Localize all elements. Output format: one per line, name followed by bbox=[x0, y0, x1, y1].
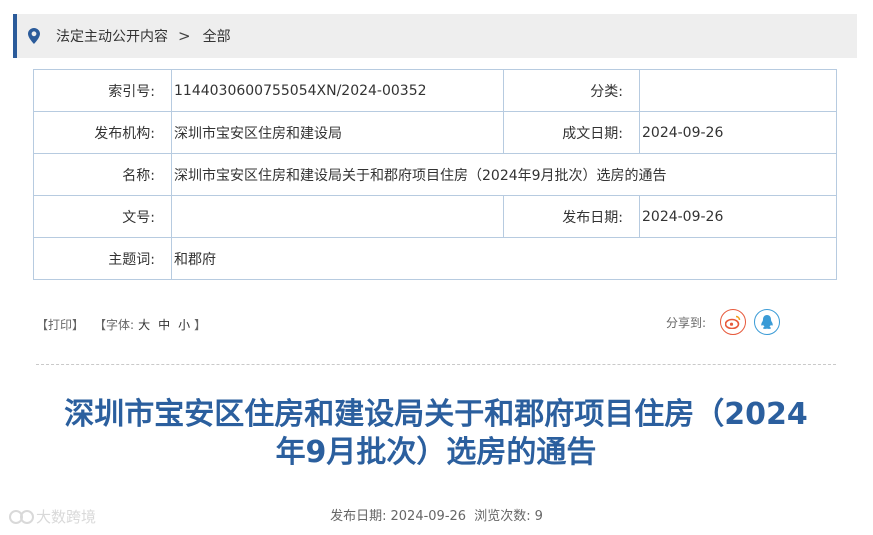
share-bar: 分享到: bbox=[666, 309, 788, 335]
category-value bbox=[639, 69, 837, 112]
index-value: 1144030600755054XN/2024-00352 bbox=[171, 69, 504, 112]
publish-date-value: 2024-09-26 bbox=[390, 509, 467, 524]
map-pin-icon bbox=[28, 28, 42, 44]
chevron-right-icon: > bbox=[178, 27, 191, 45]
font-size-suffix: 】 bbox=[194, 317, 207, 332]
font-size-large-button[interactable]: 大 bbox=[138, 316, 150, 333]
publisher-label: 发布机构: bbox=[33, 111, 172, 154]
table-row: 索引号: 1144030600755054XN/2024-00352 分类: bbox=[33, 69, 837, 112]
divider bbox=[36, 364, 836, 365]
publish-info: 发布日期: 2024-09-26 浏览次数: 9 bbox=[0, 505, 873, 524]
breadcrumb: 法定主动公开内容 > 全部 bbox=[13, 14, 857, 58]
share-label: 分享到: bbox=[666, 315, 707, 330]
publish-date-label: 发布日期: bbox=[330, 509, 387, 524]
table-row: 发布机构: 深圳市宝安区住房和建设局 成文日期: 2024-09-26 bbox=[33, 111, 837, 154]
document-metadata-table: 索引号: 1144030600755054XN/2024-00352 分类: 发… bbox=[33, 69, 837, 280]
publish-date-label: 发布日期: bbox=[503, 195, 640, 238]
views-label: 浏览次数: bbox=[474, 509, 531, 524]
created-date-value: 2024-09-26 bbox=[639, 111, 837, 154]
font-size-small-button[interactable]: 小 bbox=[178, 316, 190, 333]
publish-date-value: 2024-09-26 bbox=[639, 195, 837, 238]
category-label: 分类: bbox=[503, 69, 640, 112]
doc-number-label: 文号: bbox=[33, 195, 172, 238]
name-label: 名称: bbox=[33, 153, 172, 196]
keywords-label: 主题词: bbox=[33, 237, 172, 280]
qq-icon[interactable] bbox=[754, 309, 781, 335]
page-title-line-1: 深圳市宝安区住房和建设局关于和郡府项目住房（2024 bbox=[64, 397, 808, 432]
publisher-value: 深圳市宝安区住房和建设局 bbox=[171, 111, 504, 154]
font-size-prefix: 【字体: bbox=[94, 317, 135, 332]
breadcrumb-item-all[interactable]: 全部 bbox=[203, 26, 231, 46]
views-count: 9 bbox=[534, 509, 543, 524]
page-title: 深圳市宝安区住房和建设局关于和郡府项目住房（2024 年9月批次）选房的通告 bbox=[30, 396, 842, 472]
watermark-text: 大数跨境 bbox=[36, 508, 97, 526]
breadcrumb-item-public-content[interactable]: 法定主动公开内容 bbox=[56, 26, 168, 46]
doc-number-value bbox=[171, 195, 504, 238]
index-label: 索引号: bbox=[33, 69, 172, 112]
name-value: 深圳市宝安区住房和建设局关于和郡府项目住房（2024年9月批次）选房的通告 bbox=[171, 153, 837, 196]
print-button[interactable]: 【打印】 bbox=[36, 316, 84, 333]
table-row: 名称: 深圳市宝安区住房和建设局关于和郡府项目住房（2024年9月批次）选房的通… bbox=[33, 153, 837, 196]
keywords-value: 和郡府 bbox=[171, 237, 837, 280]
table-row: 文号: 发布日期: 2024-09-26 bbox=[33, 195, 837, 238]
weibo-icon[interactable] bbox=[720, 309, 747, 335]
watermark: 大数跨境 bbox=[8, 506, 96, 527]
table-row: 主题词: 和郡府 bbox=[33, 237, 837, 280]
created-date-label: 成文日期: bbox=[503, 111, 640, 154]
watermark-logo-icon bbox=[9, 509, 34, 524]
page-title-line-2: 年9月批次）选房的通告 bbox=[275, 435, 597, 470]
font-size-medium-button[interactable]: 中 bbox=[158, 316, 170, 333]
